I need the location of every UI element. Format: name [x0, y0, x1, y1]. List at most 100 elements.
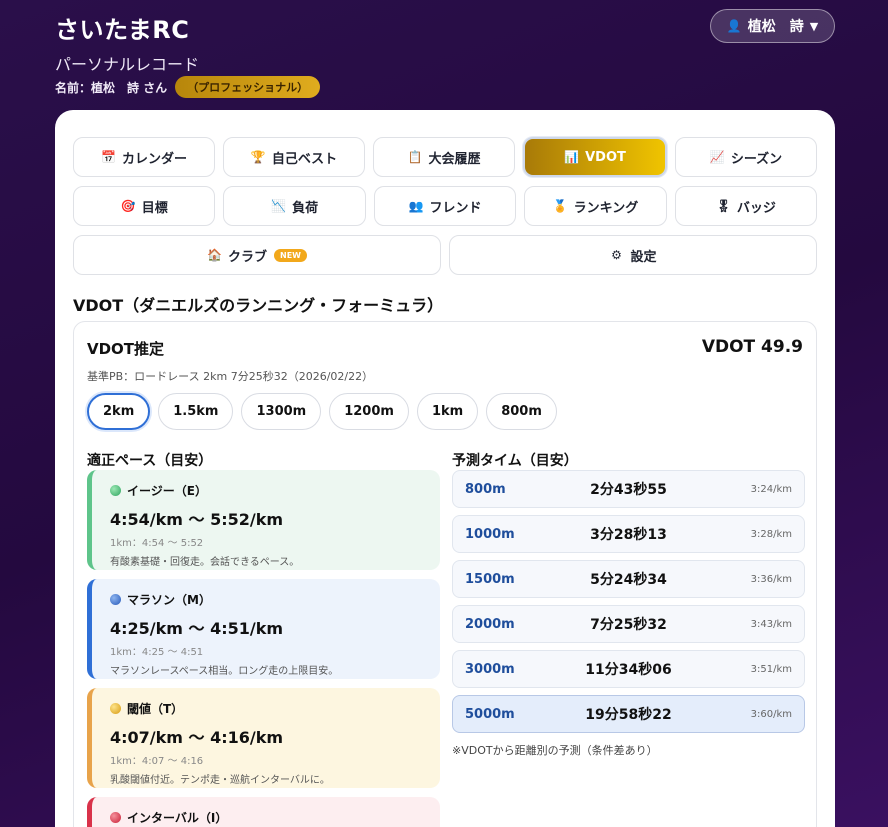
base-pb: 基準PB：ロードレース 2km 7分25秒32（2026/02/22）: [87, 370, 374, 383]
prediction-row: 1000m 3分28秒13 3:28/km: [452, 515, 805, 553]
settings-icon: ⚙: [611, 248, 622, 262]
red-dot-icon: [110, 812, 121, 823]
pace-1km: 1km：4:54 〜 5:52: [110, 538, 204, 549]
tab-label: 自己ベスト: [271, 151, 338, 167]
page-subtitle: パーソナルレコード: [55, 55, 200, 74]
goal-icon: 🎯: [120, 199, 136, 213]
calendar-icon: 📅: [100, 150, 116, 164]
user-menu-label: 植松 詩: [747, 19, 804, 35]
prediction-title: 予測タイム（目安）: [452, 453, 578, 469]
pace-card-marathon: マラソン（M） 4:25/km 〜 4:51/km 1km：4:25 〜 4:5…: [87, 579, 440, 679]
prediction-pace: 3:60/km: [750, 708, 792, 720]
distance-chip[interactable]: 2km: [87, 393, 151, 430]
pace-range: 4:07/km 〜 4:16/km: [110, 728, 284, 747]
tab-vdot[interactable]: 📊 VDOT: [523, 137, 667, 177]
distance-chip[interactable]: 1300m: [241, 393, 322, 430]
tab-label: 目標: [141, 200, 168, 216]
tab-row: 🎯 目標 📉 負荷 👥 フレンド 🏅 ランキング 🎖 バッジ: [73, 186, 818, 226]
distance-chip[interactable]: 1km: [416, 393, 479, 430]
badges-icon: 🎖: [715, 199, 732, 213]
tab-race-history[interactable]: 📋 大会履歴: [373, 137, 515, 177]
pace-label: インターバル（I）: [127, 811, 228, 825]
pace-title: 適正ペース（目安）: [87, 453, 213, 469]
prediction-pace: 3:36/km: [750, 573, 792, 585]
pace-desc: 乳酸閾値付近。テンポ走・巡航インターバルに。: [110, 775, 330, 786]
tab-label: 負荷: [292, 200, 319, 216]
distance-chip[interactable]: 1200m: [329, 393, 409, 430]
tab-goal[interactable]: 🎯 目標: [73, 186, 216, 226]
prediction-pace: 3:24/km: [750, 483, 792, 495]
estimate-title: VDOT推定: [87, 340, 165, 358]
tab-settings[interactable]: ⚙ 設定: [449, 235, 817, 275]
vdot-card: VDOT推定 VDOT 49.9 基準PB：ロードレース 2km 7分25秒32…: [73, 321, 817, 827]
main-panel: 📅 カレンダー 🏆 自己ベスト 📋 大会履歴 📊 VDOT 📈 シーズン 🎯 目標 📉 負荷 👥 フレンド 🏅 ラ…: [55, 110, 835, 827]
pace-range: 4:25/km 〜 4:51/km: [110, 619, 284, 638]
member-name: 名前：植松 詩 さん: [55, 80, 168, 95]
prediction-note: ※VDOTから距離別の予測（条件差あり）: [452, 744, 658, 757]
distance-chip[interactable]: 800m: [486, 393, 557, 430]
tab-club[interactable]: 🏠 クラブ NEW: [73, 235, 441, 275]
member-info: 名前：植松 詩 さん （プロフェッショナル）: [55, 76, 321, 98]
prediction-row: 3000m 11分34秒06 3:51/km: [452, 650, 805, 688]
friends-icon: 👥: [408, 199, 424, 213]
pace-card-easy: イージー（E） 4:54/km 〜 5:52/km 1km：4:54 〜 5:5…: [87, 470, 440, 570]
tab-navigation: 📅 カレンダー 🏆 自己ベスト 📋 大会履歴 📊 VDOT 📈 シーズン 🎯 目標 📉 負荷 👥 フレンド 🏅 ラ…: [73, 137, 818, 284]
tab-friends[interactable]: 👥 フレンド: [373, 186, 517, 226]
race-history-icon: 📋: [407, 150, 423, 164]
tab-row: 📅 カレンダー 🏆 自己ベスト 📋 大会履歴 📊 VDOT 📈 シーズン: [73, 137, 817, 177]
load-icon: 📉: [271, 199, 287, 213]
ranking-icon: 🏅: [552, 199, 568, 213]
prediction-row: 800m 2分43秒55 3:24/km: [452, 470, 805, 508]
pace-1km: 1km：4:25 〜 4:51: [110, 647, 204, 658]
yellow-dot-icon: [110, 703, 121, 714]
prediction-row: 2000m 7分25秒32 3:43/km: [452, 605, 805, 643]
tab-label: クラブ: [228, 249, 268, 265]
person-icon: 👤: [726, 19, 742, 33]
tab-label: 大会履歴: [428, 151, 481, 167]
tab-personal-best[interactable]: 🏆 自己ベスト: [223, 137, 365, 177]
pace-label: マラソン（M）: [127, 593, 211, 607]
distance-selector: 2km 1.5km 1300m 1200m 1km 800m: [87, 393, 557, 430]
pace-card-threshold: 閾値（T） 4:07/km 〜 4:16/km 1km：4:07 〜 4:16 …: [87, 688, 440, 788]
pace-desc: 有酸素基礎・回復走。会話できるペース。: [110, 557, 300, 568]
prediction-list: 800m 2分43秒55 3:24/km 1000m 3分28秒13 3:28/km 150…: [452, 470, 805, 740]
tab-season[interactable]: 📈 シーズン: [675, 137, 817, 177]
tab-ranking[interactable]: 🏅 ランキング: [524, 186, 667, 226]
pace-1km: 1km：4:07 〜 4:16: [110, 756, 204, 767]
prediction-row: 1500m 5分24秒34 3:36/km: [452, 560, 805, 598]
pace-range: 4:54/km 〜 5:52/km: [110, 510, 284, 529]
app-header: さいたまRC パーソナルレコード 名前：植松 詩 さん （プロフェッショナル） …: [0, 0, 888, 110]
pace-card-interval: インターバル（I）: [87, 797, 440, 827]
tab-row: 🏠 クラブ NEW ⚙ 設定: [73, 235, 817, 275]
club-icon: 🏠: [207, 248, 222, 262]
prediction-row: 5000m 19分58秒22 3:60/km: [452, 695, 805, 733]
vdot-value: VDOT 49.9: [701, 337, 803, 357]
tab-label: VDOT: [585, 149, 626, 165]
tab-label: シーズン: [730, 151, 783, 167]
tab-label: バッジ: [736, 200, 776, 216]
prediction-pace: 3:51/km: [750, 663, 792, 675]
pace-label: イージー（E）: [127, 484, 207, 498]
section-title: VDOT（ダニエルズのランニング・フォーミュラ）: [73, 296, 444, 315]
distance-chip[interactable]: 1.5km: [158, 393, 234, 430]
tab-load[interactable]: 📉 負荷: [223, 186, 366, 226]
personal-best-icon: 🏆: [250, 150, 266, 164]
season-icon: 📈: [709, 150, 725, 164]
vdot-icon: 📊: [564, 150, 580, 164]
tab-calendar[interactable]: 📅 カレンダー: [73, 137, 215, 177]
pace-desc: マラソンレースペース相当。ロング走の上限目安。: [110, 666, 339, 677]
tab-label: 設定: [630, 249, 657, 265]
app-title: さいたまRC: [55, 16, 190, 44]
green-dot-icon: [110, 485, 121, 496]
pace-label: 閾値（T）: [127, 702, 184, 716]
tab-label: フレンド: [429, 200, 482, 216]
blue-dot-icon: [110, 594, 121, 605]
prediction-pace: 3:28/km: [750, 528, 792, 540]
tab-badges[interactable]: 🎖 バッジ: [674, 186, 818, 226]
rank-badge: （プロフェッショナル）: [175, 76, 321, 98]
new-badge: NEW: [274, 248, 307, 262]
chevron-down-icon: ▼: [809, 19, 819, 33]
user-menu-button[interactable]: 👤 植松 詩 ▼: [710, 9, 835, 43]
prediction-pace: 3:43/km: [750, 618, 792, 630]
tab-label: カレンダー: [121, 151, 187, 167]
